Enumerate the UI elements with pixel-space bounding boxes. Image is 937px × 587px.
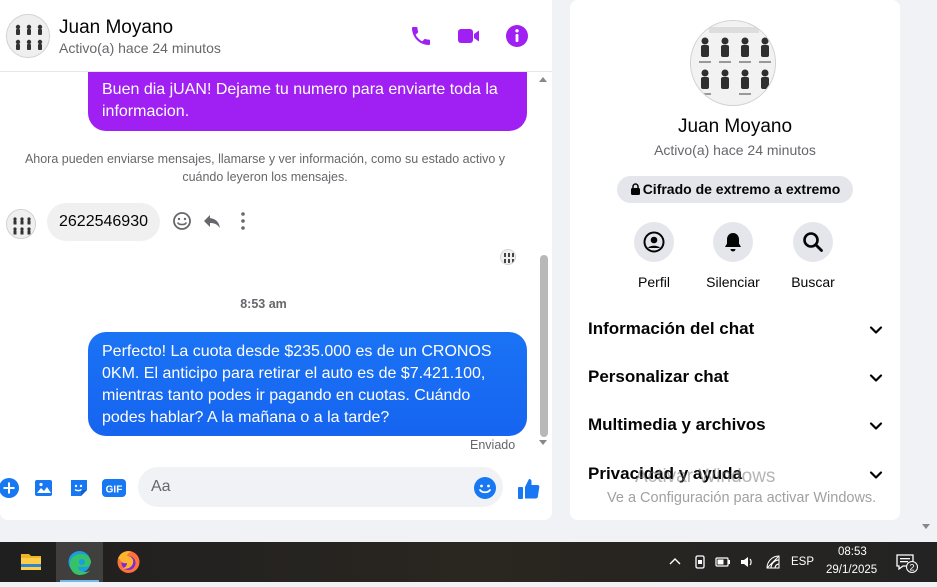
add-icon[interactable] [0,476,21,500]
wifi-icon[interactable] [765,554,781,570]
notification-count: 2 [909,562,914,572]
edge-icon[interactable] [56,542,103,582]
volume-icon[interactable] [739,554,755,570]
chevron-down-icon [869,471,883,479]
profile-status: Activo(a) hace 24 minutos [654,142,816,158]
section-media-files[interactable]: Multimedia y archivos [588,404,884,448]
received-message-bubble[interactable]: 2622546930 [47,203,160,241]
message-scrollbar[interactable] [537,72,550,456]
profile-action-label: Perfil [638,274,670,290]
device-icon[interactable] [692,554,708,570]
clock-date[interactable]: 29/1/2025 [826,564,877,576]
gif-icon[interactable]: GIF [101,476,126,500]
conversation-info-panel: Juan Moyano Activo(a) hace 24 minutos Ci… [570,0,900,520]
mute-action[interactable]: Silenciar [693,222,773,290]
e2e-encryption-badge[interactable]: Cifrado de extremo a extremo [617,176,853,203]
profile-avatar[interactable] [690,20,776,106]
search-action[interactable]: Buscar [773,222,853,290]
chevron-down-icon [869,326,883,334]
section-label: Información del chat [588,319,755,338]
reply-icon[interactable] [201,210,223,232]
emoji-react-icon[interactable] [171,210,193,232]
profile-name: Juan Moyano [677,116,793,137]
bell-icon[interactable] [713,222,753,262]
sender-avatar[interactable] [6,209,36,239]
search-icon[interactable] [793,222,833,262]
activate-windows-subtitle: Ve a Configuración para activar Windows. [607,490,877,506]
message-list: Buen dia jUAN! Dejame tu numero para env… [0,72,552,456]
file-explorer-icon[interactable] [7,542,54,582]
sticker-icon[interactable] [67,476,91,500]
sent-message-bubble[interactable]: Buen dia jUAN! Dejame tu numero para env… [88,72,527,131]
contact-avatar[interactable] [6,14,50,58]
gif-label: GIF [106,485,123,496]
section-chat-info[interactable]: Información del chat [588,308,884,352]
seen-indicator-avatar [500,249,516,265]
profile-icon[interactable] [634,222,674,262]
chat-panel: Juan Moyano Activo(a) hace 24 minutos Bu… [0,0,552,520]
phone-icon[interactable] [409,24,435,50]
scroll-down-arrow[interactable] [539,440,547,445]
clock-time[interactable]: 08:53 [838,546,867,558]
page-scroll-down-arrow[interactable] [922,524,930,529]
system-notice: Ahora pueden enviarse mensajes, llamarse… [24,152,506,184]
search-action-label: Buscar [791,274,835,290]
like-icon[interactable] [516,476,540,500]
message-composer: GIF [0,456,552,520]
more-options-icon[interactable] [232,210,254,232]
mute-action-label: Silenciar [706,274,760,290]
notification-center-icon[interactable]: 2 [896,553,918,573]
e2e-label: Cifrado de extremo a extremo [642,181,841,197]
info-icon[interactable] [505,24,531,50]
section-label: Personalizar chat [588,367,729,386]
chevron-down-icon [869,422,883,430]
scroll-thumb[interactable] [540,255,548,437]
lock-icon [630,183,640,195]
scroll-up-arrow[interactable] [539,77,547,82]
battery-icon[interactable] [715,554,731,570]
section-label: Multimedia y archivos [588,415,766,434]
chat-header: Juan Moyano Activo(a) hace 24 minutos [0,0,552,72]
firefox-icon[interactable] [105,542,152,582]
contact-name[interactable]: Juan Moyano [59,17,173,39]
sent-message-bubble[interactable]: Perfecto! La cuota desde $235.000 es de … [88,332,527,436]
sent-status: Enviado [470,438,516,452]
message-input[interactable] [138,467,503,507]
video-icon[interactable] [456,24,482,50]
section-customize-chat[interactable]: Personalizar chat [588,356,884,400]
show-hidden-icons-icon[interactable] [667,554,683,570]
chevron-down-icon [869,374,883,382]
emoji-icon[interactable] [473,476,497,500]
activate-windows-title: Activar Windows [635,466,776,487]
profile-action[interactable]: Perfil [614,222,694,290]
windows-taskbar: ESP 08:53 29/1/2025 2 [0,542,937,582]
photo-icon[interactable] [32,476,56,500]
contact-status: Activo(a) hace 24 minutos [59,40,221,56]
language-indicator[interactable]: ESP [791,556,814,568]
message-timestamp: 8:53 am [240,297,287,311]
